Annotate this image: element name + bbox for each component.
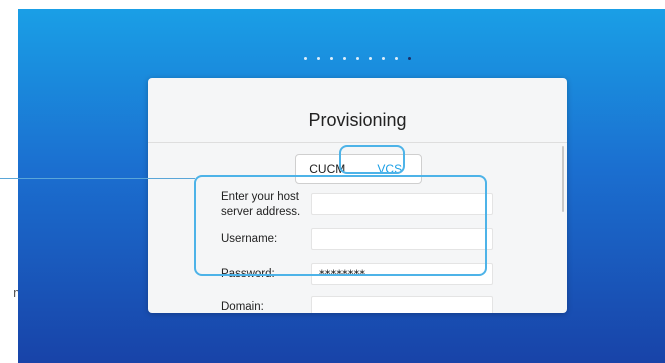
vcs-tab-highlight — [339, 145, 405, 174]
progress-dot-current — [408, 57, 411, 60]
form-fields-highlight — [194, 175, 487, 276]
progress-dot — [304, 57, 307, 60]
scrollbar[interactable] — [562, 146, 564, 212]
domain-field[interactable] — [311, 296, 493, 313]
progress-dot — [369, 57, 372, 60]
progress-dot — [317, 57, 320, 60]
progress-dot — [382, 57, 385, 60]
domain-label: Domain: — [221, 301, 264, 313]
progress-dot — [395, 57, 398, 60]
dialog-title: Provisioning — [148, 78, 567, 143]
callout-leader-line — [0, 178, 195, 179]
progress-dot — [330, 57, 333, 60]
progress-dot — [356, 57, 359, 60]
progress-indicator — [304, 57, 411, 60]
progress-dot — [343, 57, 346, 60]
